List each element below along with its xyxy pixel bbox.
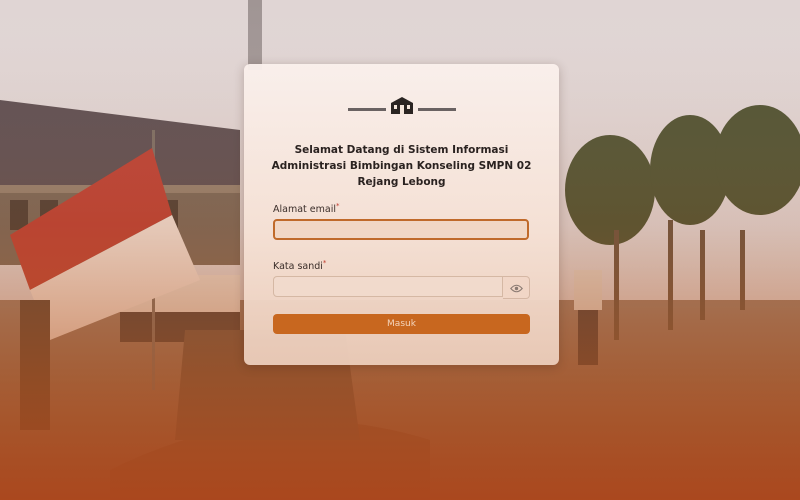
login-card: Selamat Datang di Sistem Informasi Admin… <box>244 64 559 365</box>
required-mark: * <box>322 259 327 267</box>
school-building-icon <box>348 96 456 116</box>
required-mark: * <box>335 202 340 210</box>
page-title: Selamat Datang di Sistem Informasi Admin… <box>271 144 532 188</box>
eye-icon <box>509 278 523 297</box>
email-field[interactable] <box>273 219 529 240</box>
login-button[interactable]: Masuk <box>273 314 530 334</box>
password-field[interactable] <box>273 276 503 297</box>
password-label-text: Kata sandi <box>273 261 323 273</box>
email-label: Alamat email* <box>273 202 339 215</box>
password-toggle-button[interactable] <box>503 276 530 299</box>
email-label-text: Alamat email <box>273 204 336 216</box>
password-label: Kata sandi* <box>273 259 326 272</box>
